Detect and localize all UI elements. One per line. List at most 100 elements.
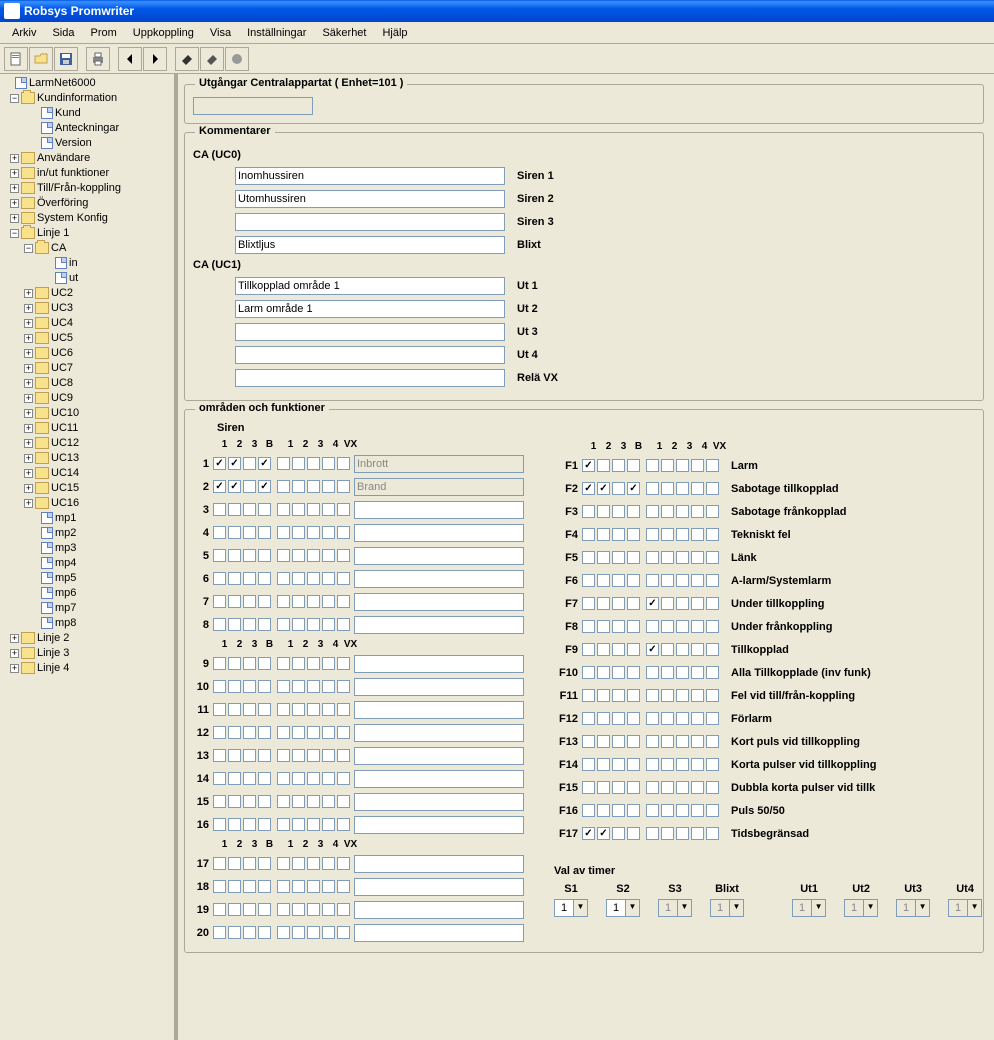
checkbox[interactable] (258, 457, 271, 470)
checkbox[interactable] (307, 857, 320, 870)
checkbox[interactable] (706, 735, 719, 748)
checkbox[interactable] (307, 726, 320, 739)
checkbox[interactable] (597, 827, 610, 840)
checkbox[interactable] (646, 574, 659, 587)
checkbox[interactable] (277, 772, 290, 785)
tree-ca[interactable]: CA (51, 242, 66, 254)
checkbox[interactable] (612, 689, 625, 702)
area-text-9[interactable] (354, 655, 524, 673)
tree-användare[interactable]: Användare (37, 152, 90, 164)
checkbox[interactable] (661, 620, 674, 633)
checkbox[interactable] (277, 926, 290, 939)
checkbox[interactable] (258, 903, 271, 916)
checkbox[interactable] (676, 459, 689, 472)
checkbox[interactable] (258, 703, 271, 716)
checkbox[interactable] (243, 903, 256, 916)
checkbox[interactable] (292, 726, 305, 739)
checkbox[interactable] (228, 857, 241, 870)
checkbox[interactable] (277, 618, 290, 631)
tree-linje1[interactable]: Linje 1 (37, 227, 69, 239)
checkbox[interactable] (228, 772, 241, 785)
area-text-11[interactable] (354, 701, 524, 719)
checkbox[interactable] (582, 689, 595, 702)
komment-input-uc0-3[interactable] (235, 236, 505, 254)
checkbox[interactable] (612, 459, 625, 472)
checkbox[interactable] (627, 781, 640, 794)
checkbox[interactable] (597, 804, 610, 817)
checkbox[interactable] (691, 505, 704, 518)
checkbox[interactable] (243, 618, 256, 631)
checkbox[interactable] (691, 804, 704, 817)
checkbox[interactable] (213, 526, 226, 539)
menu-arkiv[interactable]: Arkiv (4, 25, 44, 41)
checkbox[interactable] (661, 643, 674, 656)
checkbox[interactable] (612, 827, 625, 840)
checkbox[interactable] (228, 657, 241, 670)
checkbox[interactable] (258, 657, 271, 670)
checkbox[interactable] (243, 657, 256, 670)
tree-mp4[interactable]: mp4 (55, 557, 76, 569)
checkbox[interactable] (676, 735, 689, 748)
checkbox[interactable] (627, 827, 640, 840)
checkbox[interactable] (322, 618, 335, 631)
checkbox[interactable] (307, 572, 320, 585)
toolbar-prev[interactable] (118, 47, 142, 71)
checkbox[interactable] (228, 818, 241, 831)
checkbox[interactable] (307, 657, 320, 670)
checkbox[interactable] (277, 480, 290, 493)
checkbox[interactable] (661, 459, 674, 472)
tree-expander[interactable]: + (24, 304, 33, 313)
checkbox[interactable] (277, 703, 290, 716)
tree-expander[interactable]: − (24, 244, 33, 253)
tree-expander[interactable]: + (24, 394, 33, 403)
tree-expander[interactable]: + (24, 484, 33, 493)
tree-expander[interactable]: + (10, 649, 19, 658)
checkbox[interactable] (676, 689, 689, 702)
checkbox[interactable] (258, 926, 271, 939)
checkbox[interactable] (582, 827, 595, 840)
checkbox[interactable] (258, 795, 271, 808)
checkbox[interactable] (292, 703, 305, 716)
tree-expander[interactable]: + (24, 364, 33, 373)
checkbox[interactable] (228, 618, 241, 631)
tree-expander[interactable]: + (24, 289, 33, 298)
checkbox[interactable] (277, 857, 290, 870)
tree-expander[interactable]: − (10, 94, 19, 103)
checkbox[interactable] (706, 781, 719, 794)
tree-expander[interactable]: + (24, 439, 33, 448)
tree-uc7[interactable]: UC7 (51, 362, 73, 374)
checkbox[interactable] (582, 666, 595, 679)
checkbox[interactable] (337, 818, 350, 831)
checkbox[interactable] (258, 595, 271, 608)
checkbox[interactable] (676, 712, 689, 725)
tree-root[interactable]: LarmNet6000 (29, 77, 96, 89)
checkbox[interactable] (292, 572, 305, 585)
checkbox[interactable] (243, 880, 256, 893)
area-text-8[interactable] (354, 616, 524, 634)
checkbox[interactable] (243, 680, 256, 693)
checkbox[interactable] (322, 880, 335, 893)
checkbox[interactable] (322, 726, 335, 739)
checkbox[interactable] (582, 804, 595, 817)
checkbox[interactable] (243, 457, 256, 470)
checkbox[interactable] (228, 726, 241, 739)
checkbox[interactable] (292, 880, 305, 893)
checkbox[interactable] (661, 712, 674, 725)
checkbox[interactable] (213, 703, 226, 716)
checkbox[interactable] (213, 480, 226, 493)
checkbox[interactable] (322, 526, 335, 539)
checkbox[interactable] (228, 703, 241, 716)
checkbox[interactable] (258, 480, 271, 493)
checkbox[interactable] (691, 574, 704, 587)
checkbox[interactable] (646, 735, 659, 748)
checkbox[interactable] (228, 526, 241, 539)
checkbox[interactable] (706, 574, 719, 587)
checkbox[interactable] (706, 689, 719, 702)
tree-mp5[interactable]: mp5 (55, 572, 76, 584)
checkbox[interactable] (627, 482, 640, 495)
checkbox[interactable] (228, 749, 241, 762)
menu-inställningar[interactable]: Inställningar (239, 25, 314, 41)
checkbox[interactable] (228, 595, 241, 608)
tree-in-ut-funktioner[interactable]: in/ut funktioner (37, 167, 109, 179)
checkbox[interactable] (337, 618, 350, 631)
